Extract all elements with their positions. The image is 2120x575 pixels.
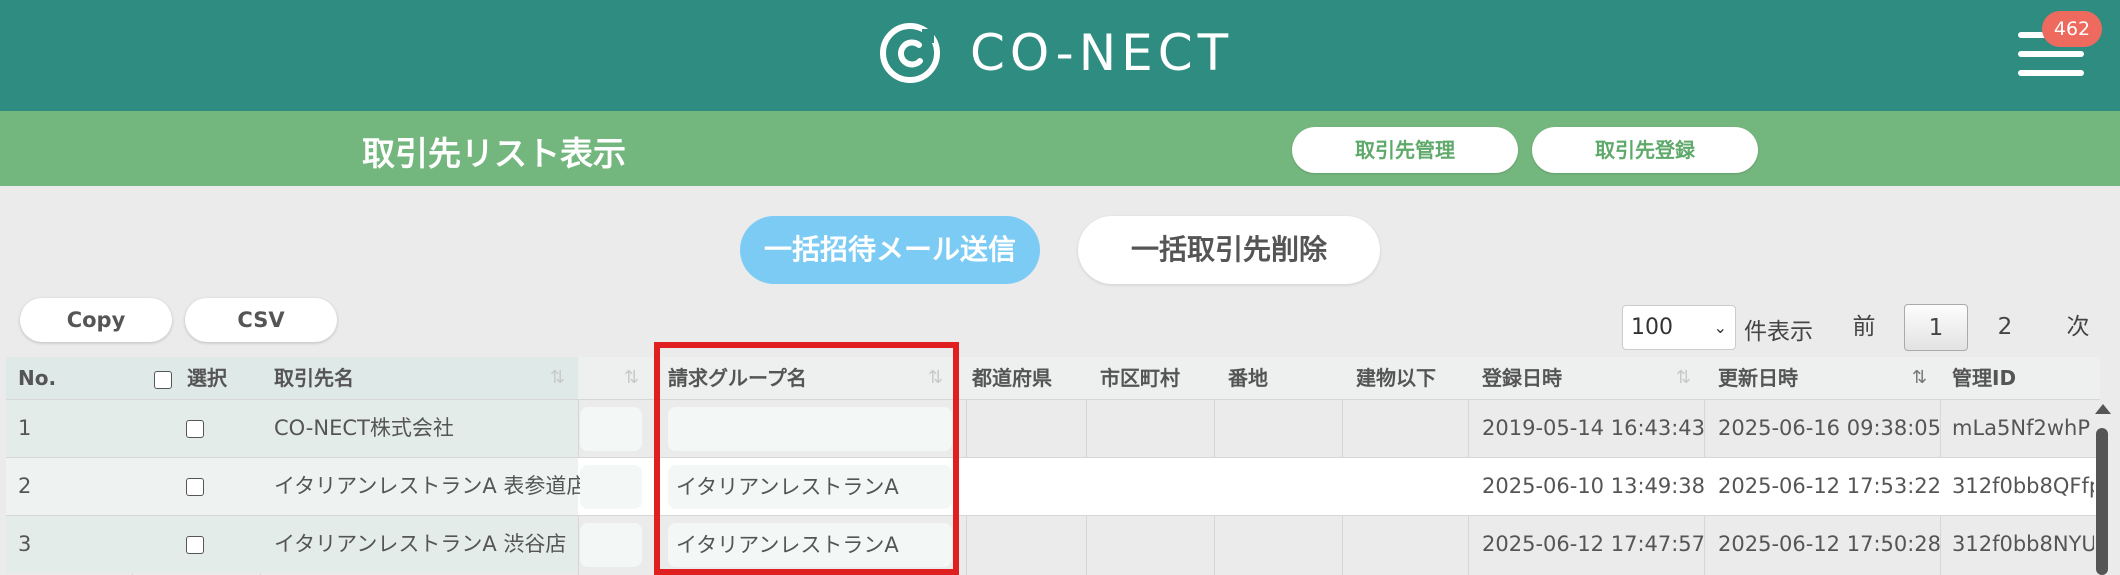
subheader-bar: 取引先リスト表示 取引先管理 取引先登録 <box>0 111 2120 186</box>
col-header-updated[interactable]: 更新日時 <box>1718 357 1798 399</box>
brand-logo[interactable]: CO-NECT <box>878 18 1233 88</box>
page-title: 取引先リスト表示 <box>362 134 626 173</box>
sort-icon[interactable]: ⇅ <box>928 367 943 388</box>
col-header-building[interactable]: 建物以下 <box>1356 357 1436 399</box>
col-header-prefecture[interactable]: 都道府県 <box>972 357 1052 399</box>
col-header-billing-group[interactable]: 請求グループ名 <box>668 357 807 399</box>
bulk-invite-button[interactable]: 一括招待メール送信 <box>740 216 1040 284</box>
bulk-delete-button[interactable]: 一括取引先削除 <box>1078 216 1380 284</box>
table-row[interactable]: 2 イタリアンレストランA 表参道店 イタリアンレストランA 2025-06-1… <box>6 457 2100 515</box>
hidden-col-field <box>580 407 642 451</box>
col-header-no[interactable]: No. <box>18 357 56 399</box>
sort-desc-icon[interactable]: ⇅ <box>1912 367 1927 388</box>
conect-logo-icon <box>880 23 940 83</box>
page-1-button[interactable]: 1 <box>1904 304 1968 351</box>
sort-icon[interactable]: ⇅ <box>624 367 639 388</box>
prev-page-link[interactable]: 前 <box>1848 304 1880 351</box>
table-row[interactable]: 3 イタリアンレストランA 渋谷店 イタリアンレストランA 2025-06-12… <box>6 515 2100 573</box>
billing-group-field <box>668 407 952 451</box>
partner-name: イタリアンレストランA 渋谷店 <box>274 532 567 556</box>
select-all-checkbox[interactable] <box>154 370 172 389</box>
per-page-value: 100 <box>1631 315 1673 340</box>
hidden-col-field <box>580 465 642 509</box>
sort-icon[interactable]: ⇅ <box>550 367 565 388</box>
row-checkbox[interactable] <box>186 420 204 438</box>
copy-button[interactable]: Copy <box>20 298 172 342</box>
brand-name: CO-NECT <box>970 24 1234 82</box>
next-page-link[interactable]: 次 <box>2062 304 2094 351</box>
col-header-address[interactable]: 番地 <box>1228 357 1268 399</box>
col-header-manage-id[interactable]: 管理ID <box>1952 357 2016 399</box>
col-header-created[interactable]: 登録日時 <box>1482 357 1562 399</box>
partner-name: CO-NECT株式会社 <box>274 416 454 440</box>
notification-badge: 462 <box>2042 11 2102 47</box>
col-header-name[interactable]: 取引先名 <box>274 357 354 399</box>
scroll-thumb[interactable] <box>2096 428 2108 575</box>
page-2-link[interactable]: 2 <box>1990 304 2020 351</box>
partner-name: イタリアンレストランA 表参道店 <box>274 474 588 498</box>
col-header-city[interactable]: 市区町村 <box>1100 357 1180 399</box>
app-header: CO-NECT <box>0 0 2120 111</box>
chevron-down-icon: ⌄ <box>1713 318 1727 337</box>
hidden-col-field <box>580 523 642 567</box>
partner-manage-button[interactable]: 取引先管理 <box>1292 127 1518 173</box>
billing-group-field: イタリアンレストランA <box>668 465 952 509</box>
table-row[interactable]: 1 CO-NECT株式会社 2019-05-14 16:43:43 2025-0… <box>6 399 2100 457</box>
csv-button[interactable]: CSV <box>185 298 337 342</box>
partner-table: No. 選択 取引先名 ⇅ ⇅ 請求グループ名 ⇅ 都道府県 市区町村 番地 建… <box>6 357 2100 575</box>
row-checkbox[interactable] <box>186 478 204 496</box>
per-page-label: 件表示 <box>1744 319 1813 345</box>
scroll-up-icon[interactable] <box>2095 404 2111 414</box>
partner-register-button[interactable]: 取引先登録 <box>1532 127 1758 173</box>
sort-icon[interactable]: ⇅ <box>1676 367 1691 388</box>
table-scrollbar[interactable] <box>2092 400 2116 575</box>
billing-group-field: イタリアンレストランA <box>668 523 952 567</box>
row-checkbox[interactable] <box>186 536 204 554</box>
col-header-select[interactable]: 選択 <box>154 357 227 399</box>
per-page-select[interactable]: 100 ⌄ <box>1622 305 1736 350</box>
